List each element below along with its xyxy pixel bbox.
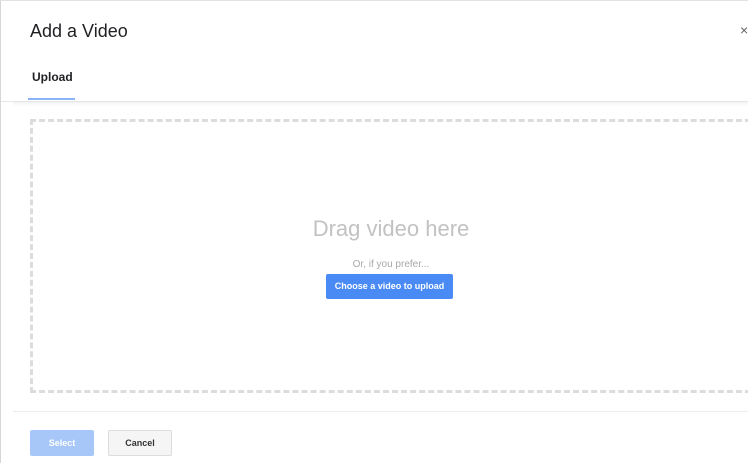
add-video-dialog: Add a Video × Upload Drag video here Or,… bbox=[0, 0, 748, 463]
footer-divider bbox=[13, 411, 748, 412]
tab-bar: Upload bbox=[1, 59, 748, 102]
tab-bar-shadow bbox=[13, 102, 748, 106]
close-icon[interactable]: × bbox=[740, 23, 748, 37]
video-dropzone[interactable]: Drag video here Or, if you prefer... Cho… bbox=[30, 119, 748, 393]
dropzone-title: Drag video here bbox=[312, 216, 470, 241]
dialog-title: Add a Video bbox=[30, 21, 128, 41]
cancel-button[interactable]: Cancel bbox=[108, 430, 172, 456]
tab-upload[interactable]: Upload bbox=[28, 59, 75, 100]
choose-video-button[interactable]: Choose a video to upload bbox=[326, 274, 453, 299]
tab-upload-label: Upload bbox=[32, 70, 73, 84]
select-button[interactable]: Select bbox=[30, 430, 94, 456]
tab-active-indicator bbox=[28, 98, 75, 100]
dropzone-subtitle: Or, if you prefer... bbox=[352, 259, 430, 270]
